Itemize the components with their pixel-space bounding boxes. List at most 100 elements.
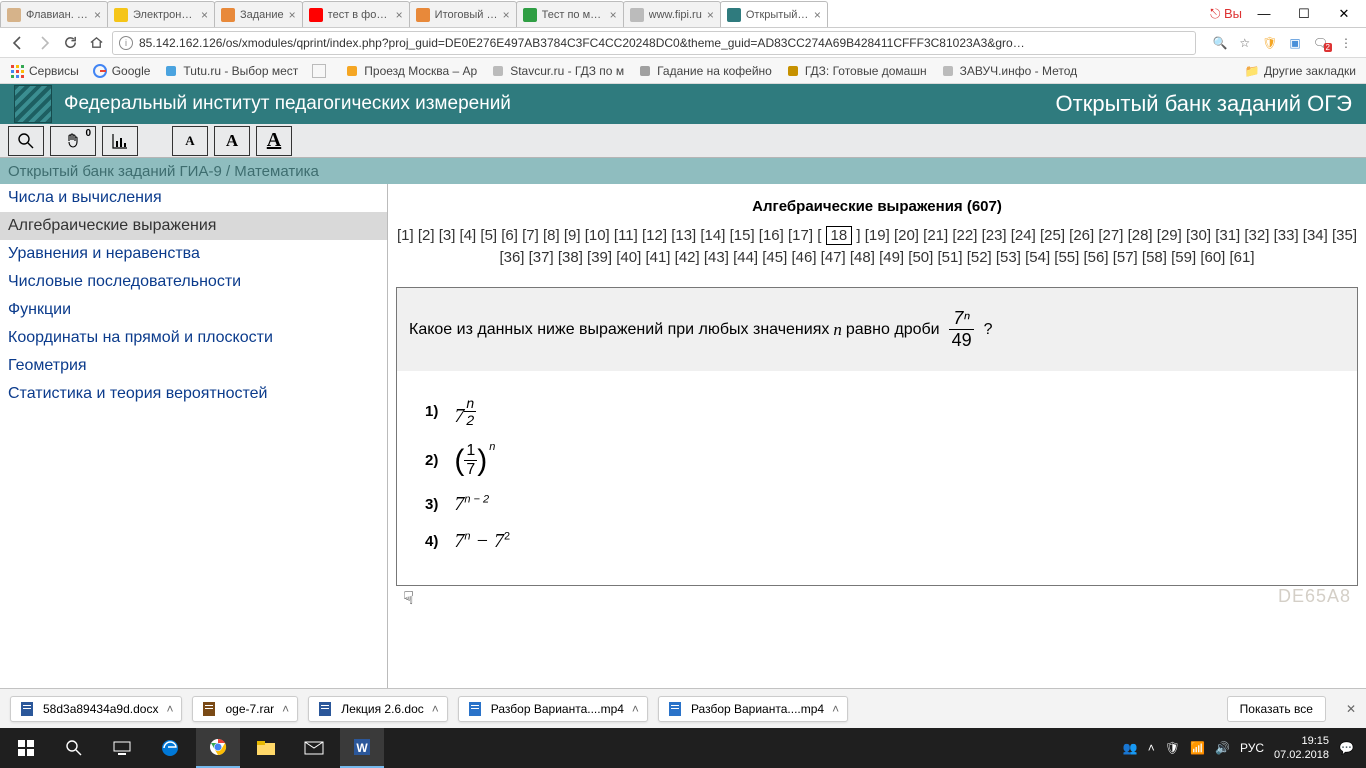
page-link[interactable]: [15] bbox=[730, 227, 755, 244]
tray-notifications-icon[interactable]: 💬 bbox=[1339, 741, 1354, 755]
site-info-icon[interactable]: i bbox=[119, 36, 133, 50]
sidebar-item[interactable]: Уравнения и неравенства bbox=[0, 240, 387, 268]
page-link[interactable]: [53] bbox=[996, 249, 1021, 266]
page-link[interactable]: [61] bbox=[1230, 249, 1255, 266]
browser-tab[interactable]: Электронная× bbox=[107, 1, 215, 27]
download-item[interactable]: oge-7.rar˄ bbox=[192, 696, 298, 722]
start-button[interactable] bbox=[4, 728, 48, 768]
tool-magnify-icon[interactable] bbox=[8, 126, 44, 156]
tool-hand-icon[interactable]: 0 bbox=[50, 126, 96, 156]
page-link[interactable]: [28] bbox=[1128, 227, 1153, 244]
bookmark-item[interactable] bbox=[312, 64, 331, 78]
page-link[interactable]: [52] bbox=[967, 249, 992, 266]
option-1[interactable]: 1) 7n2 bbox=[425, 395, 1339, 428]
page-link[interactable]: [8] bbox=[543, 227, 560, 244]
download-item[interactable]: Лекция 2.6.doc˄ bbox=[308, 696, 448, 722]
page-link[interactable]: [7] bbox=[522, 227, 539, 244]
tray-up-icon[interactable]: ˄ bbox=[1148, 741, 1155, 755]
maximize-button[interactable]: ☐ bbox=[1292, 6, 1316, 22]
page-link[interactable]: [43] bbox=[704, 249, 729, 266]
tab-close-icon[interactable]: × bbox=[289, 8, 296, 22]
page-link[interactable]: [17] bbox=[788, 227, 813, 244]
ext-badge-icon[interactable]: 🗨2 bbox=[1313, 36, 1328, 50]
tool-font-small[interactable]: A bbox=[172, 126, 208, 156]
page-link[interactable]: [19] bbox=[865, 227, 890, 244]
pointer-icon[interactable]: ☟ bbox=[403, 588, 414, 609]
tool-font-large[interactable]: A bbox=[256, 126, 292, 156]
tool-chart-icon[interactable] bbox=[102, 126, 138, 156]
browser-tab[interactable]: Флавиан. Арм× bbox=[0, 1, 108, 27]
page-link[interactable]: [27] bbox=[1098, 227, 1123, 244]
back-button[interactable] bbox=[8, 33, 28, 53]
page-link[interactable]: [11] bbox=[614, 227, 638, 244]
page-link[interactable]: [33] bbox=[1274, 227, 1299, 244]
tool-font-medium[interactable]: A bbox=[214, 126, 250, 156]
tab-close-icon[interactable]: × bbox=[503, 8, 510, 22]
tab-close-icon[interactable]: × bbox=[610, 8, 617, 22]
bookmark-item[interactable]: Проезд Москва – Ар bbox=[345, 64, 477, 78]
page-link[interactable]: [38] bbox=[558, 249, 583, 266]
download-item[interactable]: Разбор Варианта....mp4˄ bbox=[658, 696, 848, 722]
bookmark-item[interactable]: Tutu.ru - Выбор мест bbox=[164, 64, 298, 78]
page-link[interactable]: [41] bbox=[645, 249, 670, 266]
page-link[interactable]: [23] bbox=[982, 227, 1007, 244]
page-link[interactable]: [55] bbox=[1054, 249, 1079, 266]
page-link[interactable]: [58] bbox=[1142, 249, 1167, 266]
page-link[interactable]: [32] bbox=[1244, 227, 1269, 244]
ext-cube-icon[interactable]: ▣ bbox=[1289, 36, 1300, 50]
page-link[interactable]: [47] bbox=[821, 249, 846, 266]
page-link[interactable]: [46] bbox=[791, 249, 816, 266]
page-link[interactable]: [57] bbox=[1113, 249, 1138, 266]
page-link[interactable]: [59] bbox=[1171, 249, 1196, 266]
bookmark-item[interactable]: Stavcur.ru - ГДЗ по м bbox=[491, 64, 624, 78]
download-menu-icon[interactable]: ˄ bbox=[166, 702, 173, 716]
sidebar-item[interactable]: Алгебраические выражения bbox=[0, 212, 387, 240]
page-link[interactable]: [22] bbox=[952, 227, 977, 244]
page-link[interactable]: [36] bbox=[499, 249, 524, 266]
page-link[interactable]: [35] bbox=[1332, 227, 1357, 244]
tab-close-icon[interactable]: × bbox=[94, 8, 101, 22]
page-link[interactable]: [20] bbox=[894, 227, 919, 244]
page-link[interactable]: [34] bbox=[1303, 227, 1328, 244]
page-link[interactable]: [30] bbox=[1186, 227, 1211, 244]
page-link[interactable]: [42] bbox=[675, 249, 700, 266]
page-link[interactable]: [60] bbox=[1200, 249, 1225, 266]
address-bar[interactable]: i 85.142.162.126/os/xmodules/qprint/inde… bbox=[112, 31, 1196, 55]
explorer-icon[interactable] bbox=[244, 728, 288, 768]
task-view-button[interactable] bbox=[100, 728, 144, 768]
word-icon[interactable]: W bbox=[340, 728, 384, 768]
download-menu-icon[interactable]: ˄ bbox=[632, 702, 639, 716]
option-4[interactable]: 4) 7n − 72 bbox=[425, 530, 1339, 553]
menu-icon[interactable]: ⋮ bbox=[1340, 36, 1352, 50]
tray-people-icon[interactable]: 👥 bbox=[1123, 741, 1138, 755]
page-link[interactable]: [45] bbox=[762, 249, 787, 266]
download-menu-icon[interactable]: ˄ bbox=[432, 702, 439, 716]
page-link[interactable]: [29] bbox=[1157, 227, 1182, 244]
page-link[interactable]: [25] bbox=[1040, 227, 1065, 244]
sidebar-item[interactable]: Числа и вычисления bbox=[0, 184, 387, 212]
download-menu-icon[interactable]: ˄ bbox=[282, 702, 289, 716]
page-link[interactable]: [16] bbox=[759, 227, 784, 244]
page-link[interactable]: [5] bbox=[480, 227, 497, 244]
bookmark-item[interactable]: Гадание на кофейно bbox=[638, 64, 772, 78]
page-link[interactable]: [6] bbox=[501, 227, 518, 244]
page-link[interactable]: [49] bbox=[879, 249, 904, 266]
mail-icon[interactable] bbox=[292, 728, 336, 768]
page-link[interactable]: [14] bbox=[700, 227, 725, 244]
page-link[interactable]: [10] bbox=[585, 227, 610, 244]
tab-close-icon[interactable]: × bbox=[396, 8, 403, 22]
search-button[interactable] bbox=[52, 728, 96, 768]
minimize-button[interactable]: — bbox=[1252, 6, 1276, 21]
page-link[interactable]: [51] bbox=[937, 249, 962, 266]
bookmark-item[interactable]: ГДЗ: Готовые домашн bbox=[786, 64, 927, 78]
apps-button[interactable]: Сервисы bbox=[10, 64, 79, 78]
page-link[interactable]: [3] bbox=[439, 227, 456, 244]
page-link[interactable]: [21] bbox=[923, 227, 948, 244]
star-icon[interactable]: ☆ bbox=[1239, 36, 1250, 50]
download-menu-icon[interactable]: ˄ bbox=[832, 702, 839, 716]
page-link[interactable]: [12] bbox=[642, 227, 667, 244]
page-link[interactable]: [1] bbox=[397, 227, 414, 244]
page-link[interactable]: [39] bbox=[587, 249, 612, 266]
page-link[interactable]: [24] bbox=[1011, 227, 1036, 244]
bookmark-item[interactable]: Google bbox=[93, 64, 151, 78]
